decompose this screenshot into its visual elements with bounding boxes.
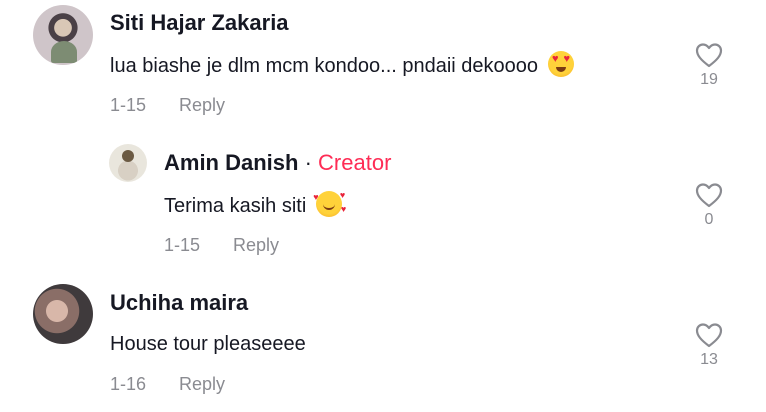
avatar[interactable] <box>109 144 147 182</box>
comment-date: 1-15 <box>110 95 147 115</box>
separator-dot: · <box>304 150 312 175</box>
reply-button[interactable]: Reply <box>233 234 279 256</box>
comment-author[interactable]: Siti Hajar Zakaria <box>110 10 289 36</box>
comment-date: 1-15 <box>164 235 201 255</box>
like-count: 19 <box>700 71 718 88</box>
comment-date: 1-16 <box>110 374 147 394</box>
like-count: 0 <box>704 211 714 228</box>
comment-text: House tour pleaseeee <box>110 333 306 355</box>
comment-author[interactable]: Amin Danish <box>164 150 298 175</box>
heart-icon[interactable] <box>689 322 729 348</box>
reply-button[interactable]: Reply <box>179 94 225 116</box>
avatar[interactable] <box>33 284 93 344</box>
avatar[interactable] <box>33 5 93 65</box>
creator-badge: Creator <box>318 150 392 175</box>
like-control: 19 <box>689 42 729 90</box>
heart-eyes-emoji <box>548 51 575 77</box>
like-control: 13 <box>689 322 729 370</box>
smiling-face-with-hearts-emoji: ♥ ♥ ♥ <box>313 191 346 217</box>
comment-author-row: Amin Danish · Creator <box>164 150 391 176</box>
like-count: 13 <box>700 351 718 368</box>
reply-button[interactable]: Reply <box>179 373 225 395</box>
comment-text: Terima kasih siti <box>164 195 307 217</box>
comment-author[interactable]: Uchiha maira <box>110 290 248 316</box>
comment-text: lua biashe je dlm mcm kondoo... pndaii d… <box>110 55 539 77</box>
comment-text-row: Terima kasih siti ♥ ♥ ♥ <box>164 191 346 219</box>
heart-icon[interactable] <box>689 42 729 68</box>
like-control: 0 <box>689 182 729 230</box>
heart-icon[interactable] <box>689 182 729 208</box>
comment-text-row: lua biashe je dlm mcm kondoo... pndaii d… <box>110 51 575 79</box>
